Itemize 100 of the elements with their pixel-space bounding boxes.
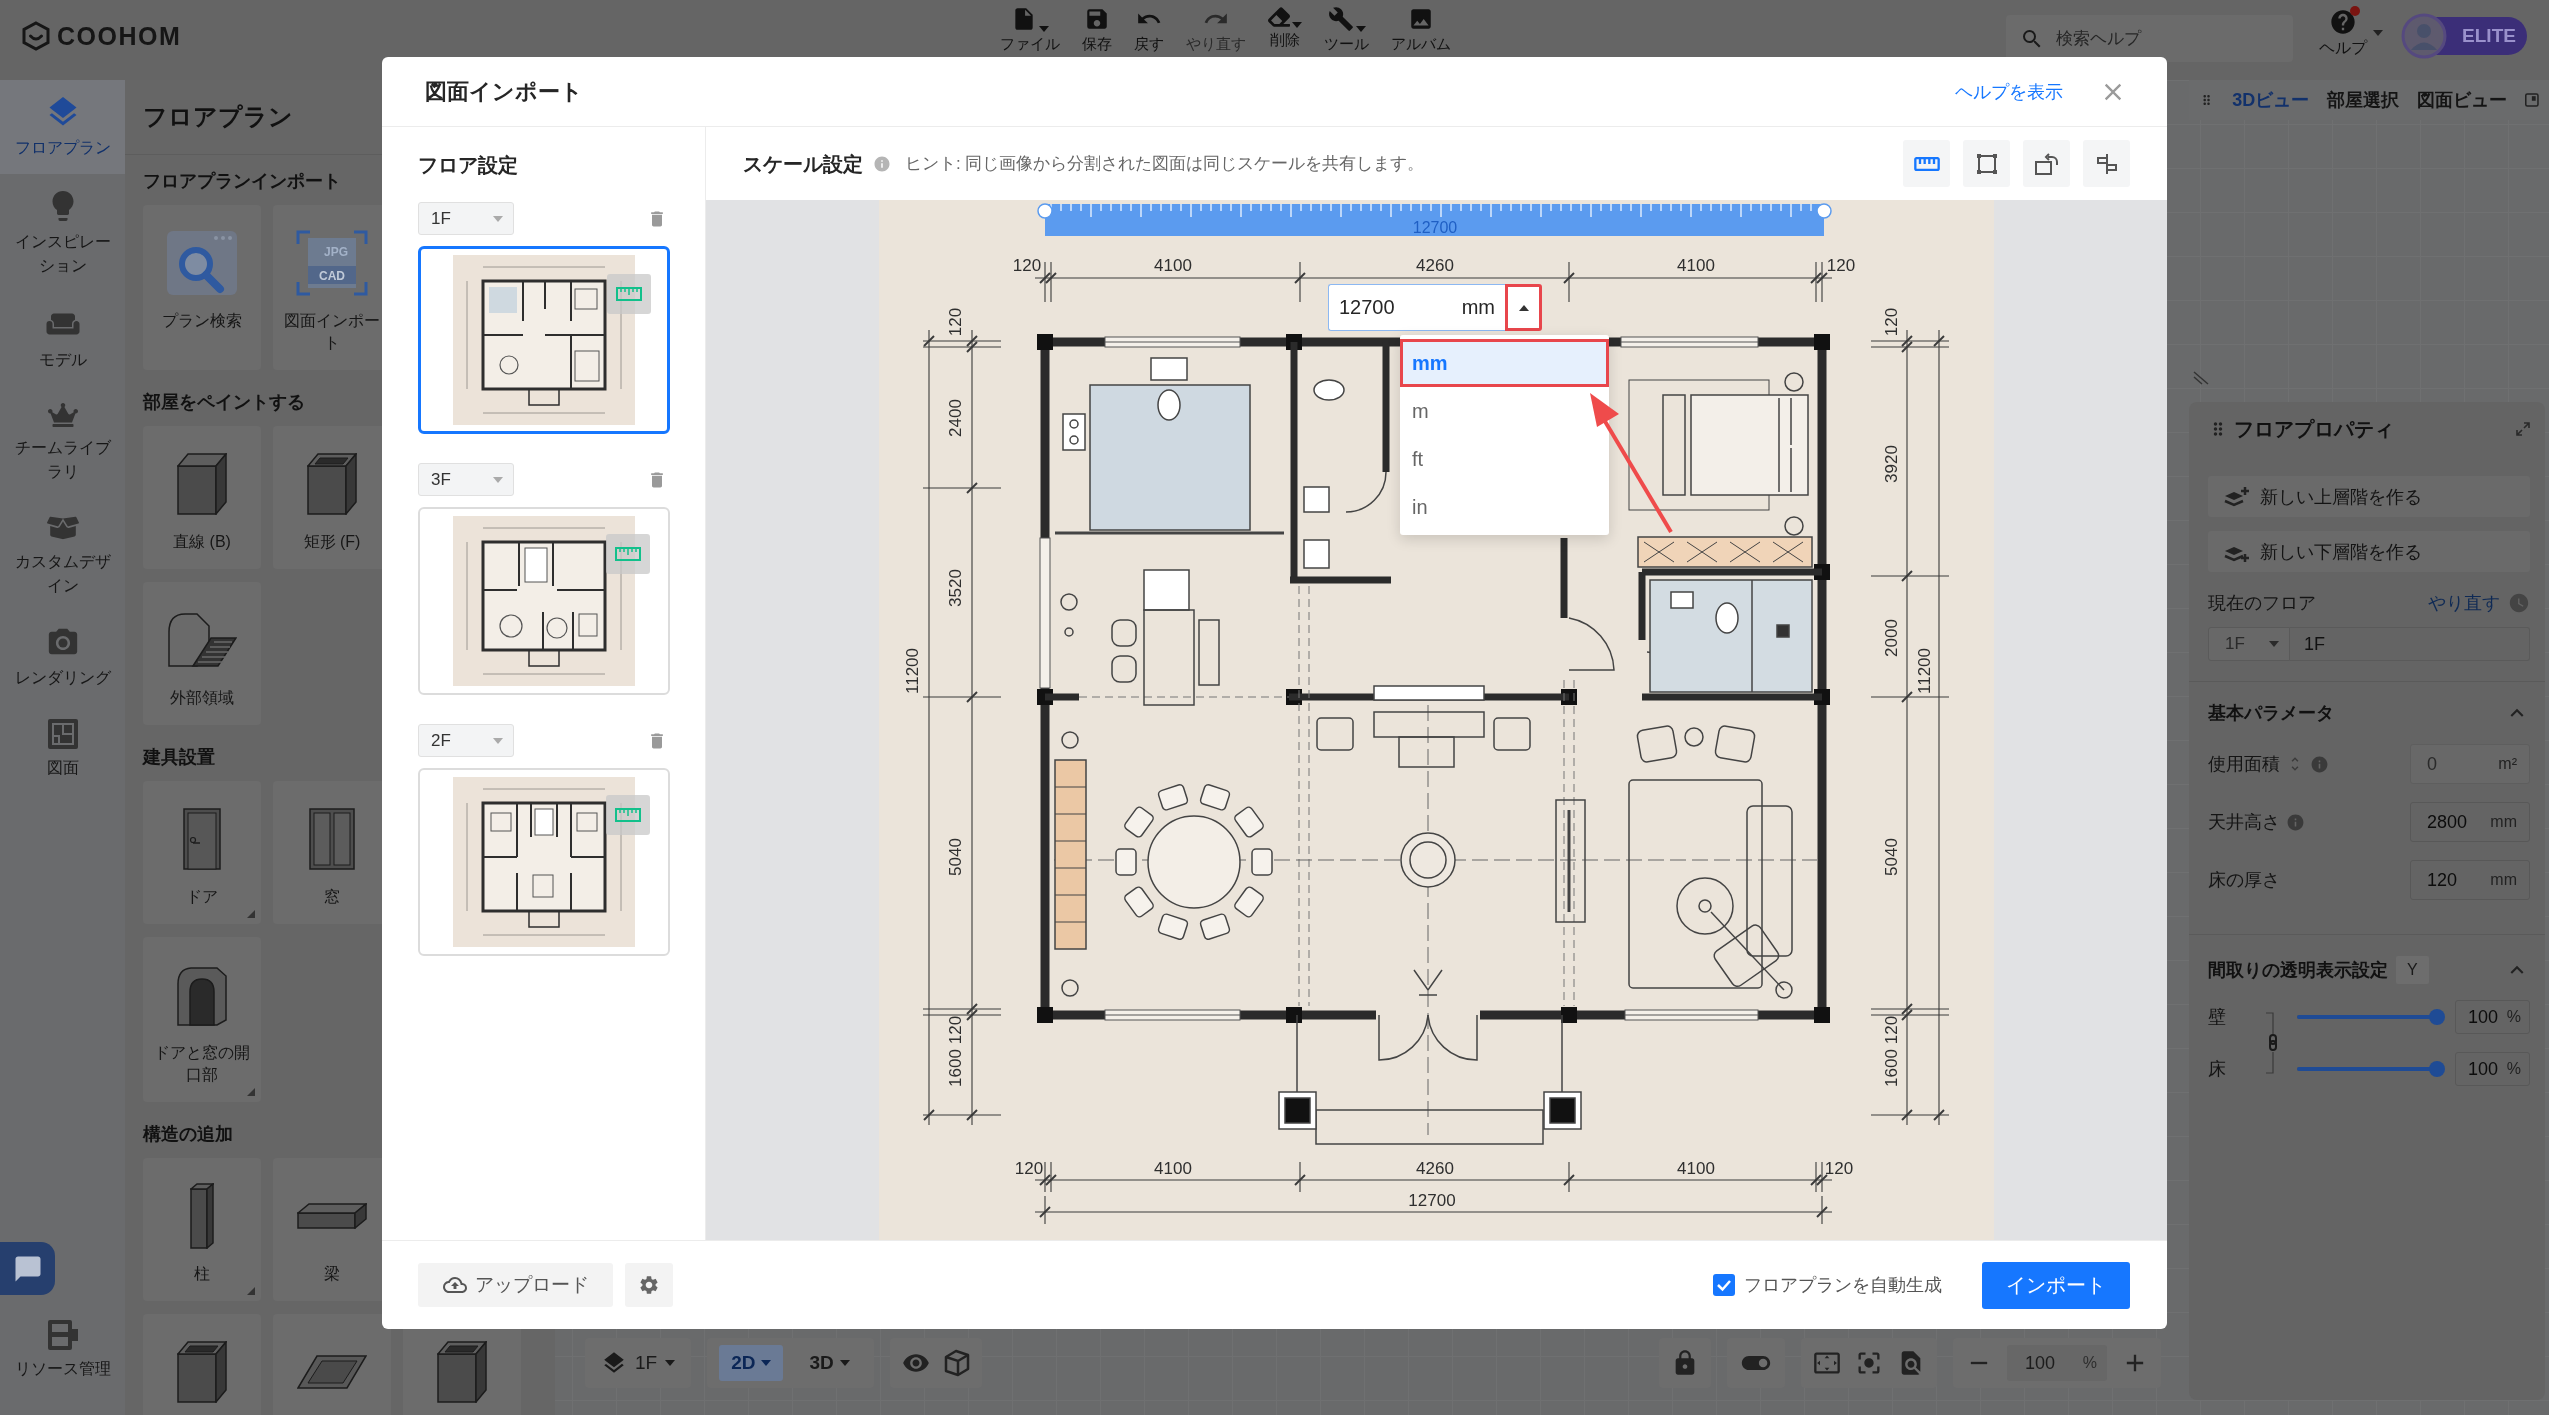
view-tab[interactable]: 3Dビュー bbox=[2232, 88, 2310, 112]
view-mode-button[interactable]: 3D bbox=[797, 1345, 862, 1381]
input-value: 0 bbox=[2427, 753, 2437, 775]
search-field[interactable]: 検索ヘルプ bbox=[2006, 15, 2293, 62]
panel-icon[interactable] bbox=[2525, 91, 2539, 109]
percent-input[interactable]: 100 % bbox=[2455, 1000, 2530, 1034]
view-tab[interactable]: 部屋選択 bbox=[2327, 88, 2400, 112]
import-button[interactable]: インポート bbox=[1982, 1261, 2130, 1309]
number-input[interactable]: 2800 mm bbox=[2410, 802, 2530, 842]
tool-button[interactable] bbox=[1903, 140, 1950, 187]
sidebar-item[interactable]: インスピレーション bbox=[0, 174, 125, 292]
dimension-label: 12700 bbox=[1408, 1191, 1456, 1210]
help-button[interactable]: ヘルプ bbox=[2319, 8, 2367, 58]
slider-thumb[interactable] bbox=[2429, 1009, 2445, 1025]
checkbox[interactable] bbox=[1713, 1274, 1735, 1296]
tool-tile[interactable]: 直線 (B) bbox=[143, 426, 261, 569]
dimension-label: 3520 bbox=[945, 569, 965, 607]
floor-thumbnail-card[interactable] bbox=[418, 246, 670, 434]
avatar-icon[interactable] bbox=[2401, 13, 2447, 59]
sidebar-item[interactable]: モデル bbox=[0, 292, 125, 386]
percent-input[interactable]: 100 % bbox=[2455, 1052, 2530, 1086]
tool-tile[interactable]: 柱 bbox=[143, 1158, 261, 1301]
tool-tile[interactable] bbox=[273, 1314, 391, 1415]
zoom-input[interactable]: 100 % bbox=[2007, 1345, 2107, 1381]
menu-button[interactable]: 保存 bbox=[1082, 0, 1112, 52]
logo-icon bbox=[22, 21, 50, 51]
dimension-label: 120 bbox=[945, 1015, 965, 1045]
floor-name-input[interactable]: 1F bbox=[2290, 627, 2530, 661]
help-icon bbox=[2329, 8, 2357, 36]
eraser-icon bbox=[1268, 6, 1290, 28]
selection-frame-icon bbox=[1975, 152, 1998, 175]
tool-tile[interactable]: ドアと窓の開口部 bbox=[143, 937, 261, 1102]
sidebar-item[interactable]: レンダリング bbox=[0, 612, 125, 704]
tool-button[interactable] bbox=[1963, 140, 2010, 187]
unit-label: mm bbox=[2490, 813, 2517, 831]
floor-select[interactable]: 2F bbox=[418, 724, 514, 757]
sidebar-item[interactable]: カスタムデザイン bbox=[0, 498, 125, 612]
view-tab[interactable]: 図面ビュー bbox=[2417, 88, 2508, 112]
pillar-icon bbox=[190, 1182, 214, 1249]
beam-icon bbox=[297, 1202, 367, 1229]
dialog-title: 図面インポート bbox=[425, 77, 583, 106]
field-label: 天井高さ bbox=[2208, 811, 2280, 834]
cube-icon[interactable] bbox=[943, 1349, 970, 1377]
slider-label: 床 bbox=[2208, 1058, 2227, 1081]
wrench-icon bbox=[1327, 6, 1354, 32]
create-floor-button[interactable]: 新しい下層階を作る bbox=[2208, 531, 2530, 572]
expand-icon[interactable] bbox=[2516, 422, 2530, 436]
dimension-label: 120 bbox=[1824, 1159, 1854, 1178]
slider-thumb[interactable] bbox=[2429, 1061, 2445, 1077]
floor-select[interactable]: 1F bbox=[418, 202, 514, 235]
menu-button[interactable]: ファイル bbox=[1000, 0, 1060, 52]
floor-select[interactable]: 3F bbox=[418, 463, 514, 496]
length-input[interactable]: 12700 mm bbox=[1328, 284, 1505, 331]
dimension-label: 1600 bbox=[945, 1049, 965, 1087]
upload-button[interactable]: アップロード bbox=[418, 1263, 613, 1307]
dimension-label: 4100 bbox=[1677, 1159, 1715, 1178]
dimension-label: 4260 bbox=[1416, 1159, 1454, 1178]
menu-button[interactable]: アルバム bbox=[1391, 0, 1451, 52]
scale-ruler[interactable]: 12700 bbox=[1045, 203, 1824, 236]
dimension-label: 11200 bbox=[1914, 648, 1934, 694]
number-input[interactable]: 120 mm bbox=[2410, 860, 2530, 900]
section-title: フロア設定 bbox=[418, 153, 518, 178]
open-box-icon bbox=[177, 1340, 227, 1403]
ruler-handle[interactable] bbox=[1037, 203, 1053, 219]
search-input[interactable]: 検索ヘルプ bbox=[2054, 24, 2254, 53]
dimension-label: 5040 bbox=[945, 838, 965, 876]
tool-tile[interactable]: プラン検索 bbox=[143, 205, 261, 370]
sidebar-item[interactable]: フロアプラン bbox=[0, 80, 125, 174]
sidebar-item[interactable]: リソース管理 bbox=[0, 1305, 125, 1395]
settings-button[interactable] bbox=[625, 1263, 673, 1307]
tool-tile[interactable] bbox=[143, 1314, 261, 1415]
logo-text: COOHOM bbox=[57, 21, 182, 51]
resize-grip-icon[interactable] bbox=[2193, 371, 2209, 385]
sidebar-item[interactable]: チームライブラリ bbox=[0, 386, 125, 498]
save-icon bbox=[1084, 6, 1110, 32]
create-floor-button[interactable]: 新しい上層階を作る bbox=[2208, 476, 2530, 517]
slider-label: 壁 bbox=[2208, 1006, 2227, 1029]
view-mode-button[interactable]: 2D bbox=[719, 1345, 784, 1381]
cabinet-icon bbox=[46, 1319, 79, 1351]
caret-icon bbox=[761, 1360, 772, 1366]
tool-button[interactable] bbox=[2023, 140, 2070, 187]
dimension-label: 120 bbox=[1881, 1015, 1901, 1045]
menu-button[interactable]: 戻す bbox=[1134, 0, 1164, 52]
help-link[interactable]: ヘルプを表示 bbox=[1955, 79, 2063, 104]
menu-button[interactable]: 削除 bbox=[1268, 0, 1302, 52]
dimension-label: 120 bbox=[1881, 307, 1901, 337]
reset-link[interactable]: やり直す bbox=[2428, 591, 2500, 615]
open-box-icon bbox=[437, 1340, 487, 1403]
dimension-label: 120 bbox=[1826, 256, 1856, 275]
sidebar-item[interactable]: 図面 bbox=[0, 704, 125, 794]
menu-button[interactable]: ツール bbox=[1324, 0, 1369, 52]
chat-button[interactable] bbox=[0, 1242, 55, 1295]
unit-option[interactable]: mm bbox=[1400, 339, 1609, 387]
tool-tile[interactable]: ドア bbox=[143, 781, 261, 924]
tool-button[interactable] bbox=[2083, 140, 2130, 187]
tool-tile[interactable]: 外部領域 bbox=[143, 582, 261, 725]
dimension-label: 4100 bbox=[1154, 256, 1192, 275]
unit-dropdown-toggle[interactable] bbox=[1505, 284, 1542, 331]
settings-icon bbox=[638, 1274, 660, 1296]
ruler-handle[interactable] bbox=[1816, 203, 1832, 219]
